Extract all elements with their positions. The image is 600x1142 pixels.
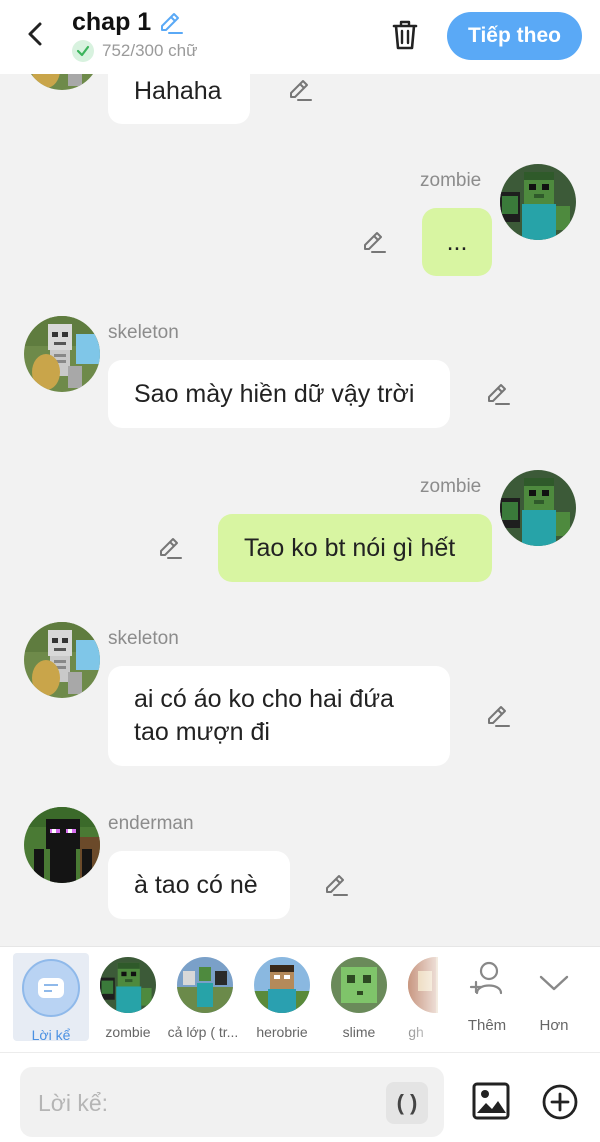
edit-title-icon[interactable] (157, 9, 185, 37)
sender-name: skeleton (108, 322, 179, 343)
edit-message-icon[interactable] (484, 702, 512, 730)
add-person-icon (469, 961, 503, 995)
class-avatar-icon (177, 957, 233, 1013)
add-button[interactable] (541, 1083, 579, 1121)
chat-area[interactable]: Hahaha zombie ... skeleton Sao mày hiền … (0, 74, 600, 946)
sender-name: zombie (420, 476, 482, 497)
narration-selector[interactable]: Lời kể (13, 953, 89, 1043)
top-bar: chap 1 752/300 chữ Tiếp theo (0, 0, 600, 74)
message-bubble[interactable]: ai có áo ko cho hai đứa tao mượn đi (108, 666, 450, 766)
message-bubble[interactable]: ... (422, 208, 492, 276)
edit-message-icon[interactable] (322, 871, 350, 899)
avatar-skeleton[interactable] (24, 622, 100, 698)
slime-avatar-icon (331, 957, 387, 1013)
message-bubble[interactable]: Hahaha (108, 74, 250, 124)
character-zombie[interactable] (100, 957, 156, 1013)
message-bubble[interactable]: à tao có nè (108, 851, 290, 919)
enderman-avatar-icon (24, 807, 100, 883)
next-button[interactable]: Tiếp theo (447, 12, 582, 60)
avatar-enderman[interactable] (24, 807, 100, 883)
sender-name: zombie (420, 170, 482, 191)
message-bubble[interactable]: Sao mày hiền dữ vậy trời (108, 360, 450, 428)
input-bar: ( ) (0, 1052, 600, 1142)
scroll-fade (390, 947, 450, 1051)
zombie-avatar-icon (500, 470, 576, 546)
chevron-down-icon (539, 975, 569, 991)
edit-message-icon[interactable] (156, 534, 184, 562)
character-label: slime (342, 1024, 376, 1040)
avatar-skeleton[interactable] (24, 316, 100, 392)
insert-image-button[interactable] (471, 1081, 511, 1121)
plus-circle-icon (542, 1084, 578, 1120)
zombie-avatar-icon (500, 164, 576, 240)
character-slime[interactable] (331, 957, 387, 1013)
character-class[interactable] (177, 957, 233, 1013)
edit-message-icon[interactable] (360, 228, 388, 256)
word-count: 752/300 chữ (102, 41, 198, 60)
avatar-zombie[interactable] (500, 164, 576, 240)
narration-icon (22, 959, 80, 1017)
sender-name: skeleton (108, 628, 179, 649)
skeleton-avatar-icon (24, 316, 100, 392)
edit-message-icon[interactable] (484, 380, 512, 408)
check-icon (72, 40, 94, 62)
herobrine-avatar-icon (254, 957, 310, 1013)
chapter-title: chap 1 (72, 8, 152, 36)
trash-icon (392, 20, 418, 50)
message-input[interactable] (38, 1081, 378, 1125)
chevron-left-icon (28, 22, 42, 46)
back-button[interactable] (20, 18, 52, 50)
avatar-zombie[interactable] (500, 470, 576, 546)
skeleton-avatar-icon (24, 74, 100, 90)
add-character-label: Thêm (467, 1017, 507, 1034)
skeleton-avatar-icon (24, 622, 100, 698)
message-bubble[interactable]: Tao ko bt nói gì hết (218, 514, 492, 582)
message-input-box: ( ) (20, 1067, 444, 1137)
chapter-info: chap 1 752/300 chữ (72, 8, 198, 62)
edit-message-icon[interactable] (286, 76, 314, 104)
character-label: zombie (105, 1024, 151, 1040)
character-label: cả lớp ( tr... (167, 1024, 239, 1040)
delete-button[interactable] (386, 16, 424, 54)
narration-label: Lời kể (31, 1027, 71, 1043)
add-character-button[interactable]: Thêm (455, 955, 519, 1043)
sender-name: enderman (108, 813, 194, 834)
more-label: Hơn (539, 1017, 569, 1034)
parenthesis-button[interactable]: ( ) (386, 1082, 428, 1124)
character-bar: Lời kể zombie cả lớp ( tr... herobrie sl… (0, 946, 600, 1052)
character-label: herobrie (256, 1024, 308, 1040)
image-icon (472, 1082, 510, 1120)
zombie-avatar-icon (100, 957, 156, 1013)
character-herobrine[interactable] (254, 957, 310, 1013)
avatar-skeleton[interactable] (24, 74, 100, 90)
more-button[interactable]: Hơn (522, 955, 586, 1043)
